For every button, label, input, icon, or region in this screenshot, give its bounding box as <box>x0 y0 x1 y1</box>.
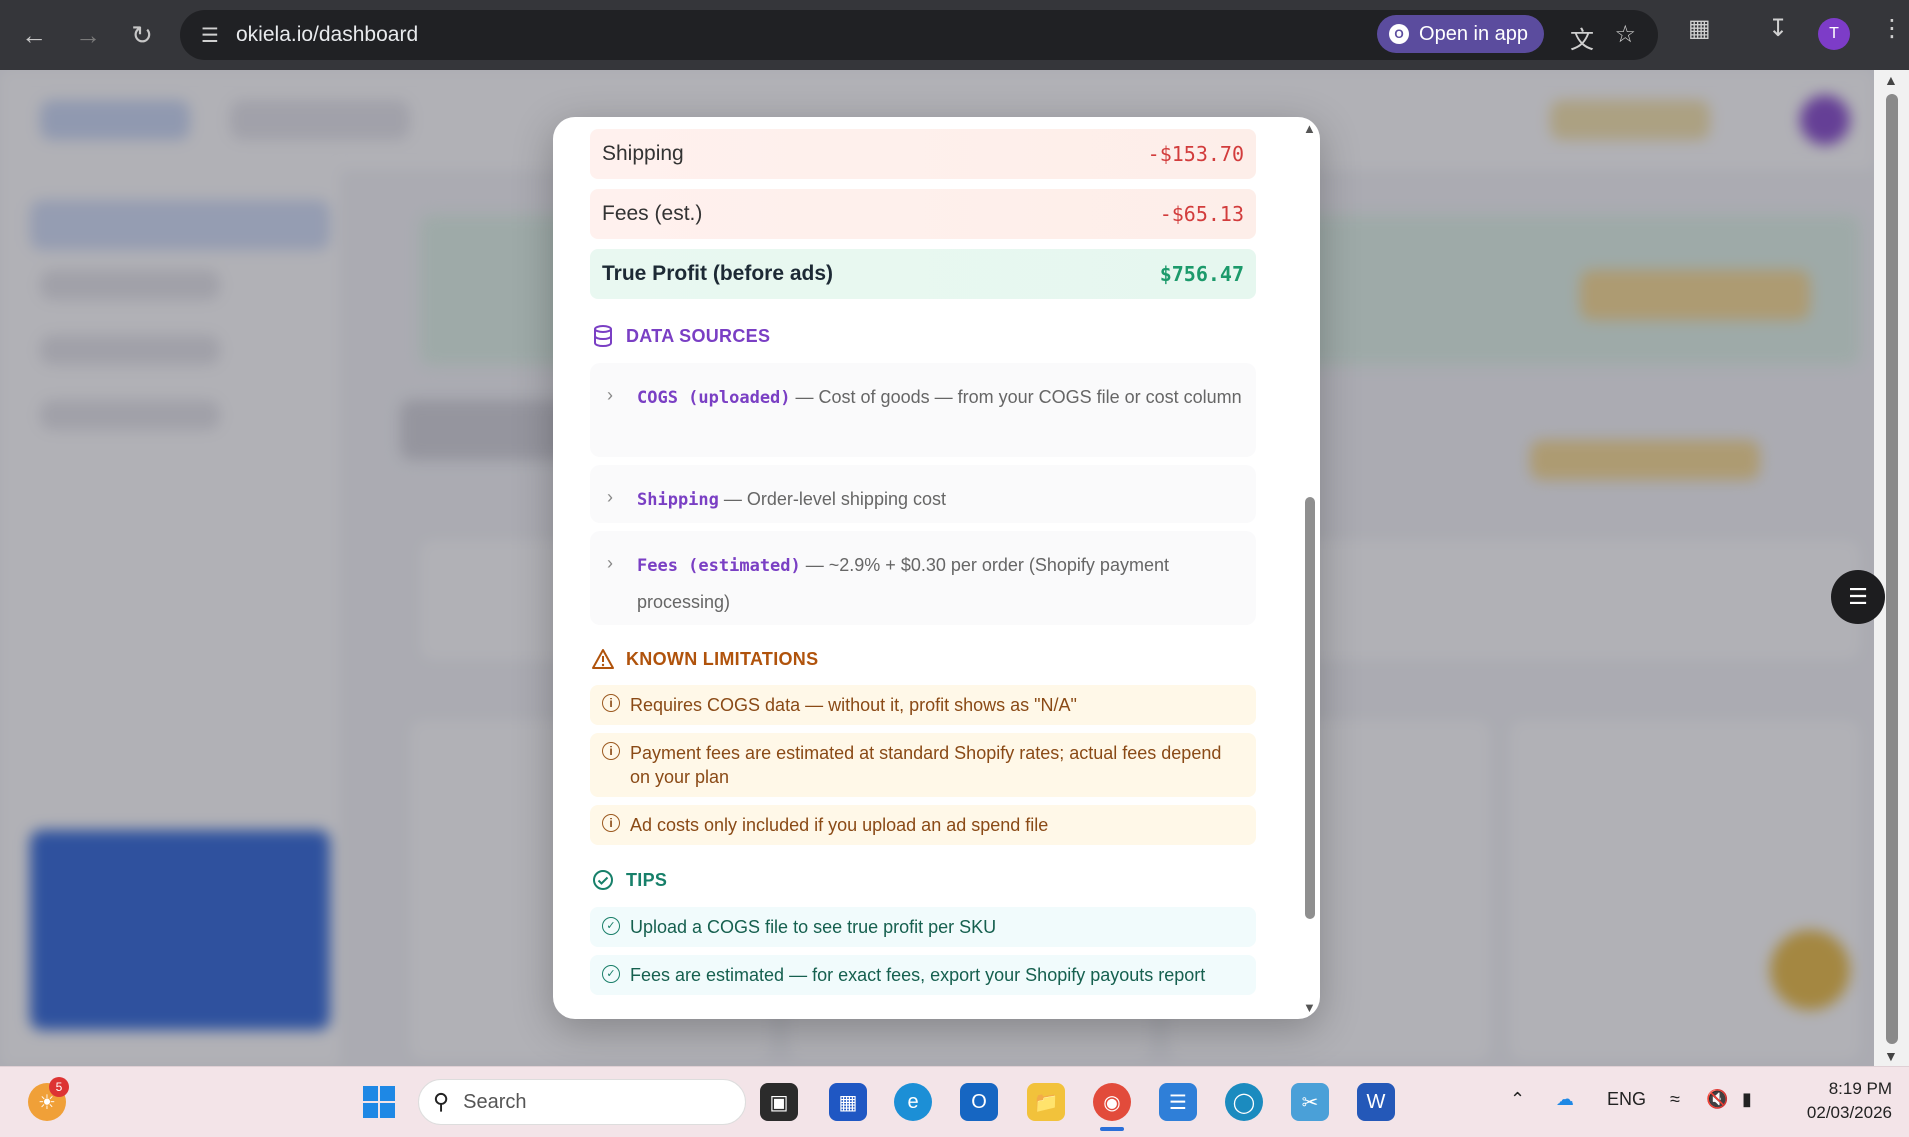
site-settings-icon[interactable]: ☰ <box>190 23 230 48</box>
reload-icon[interactable]: ↻ <box>122 15 162 55</box>
known-limitations-heading: KNOWN LIMITATIONS <box>590 646 818 672</box>
extensions-icon[interactable]: ▦ <box>1688 14 1711 43</box>
source-code: COGS (uploaded) <box>637 388 791 408</box>
volume-muted-icon[interactable]: 🔇 <box>1706 1089 1728 1110</box>
tip-text: Fees are estimated — for exact fees, exp… <box>630 965 1206 985</box>
open-in-app-button[interactable]: O Open in app <box>1377 15 1544 53</box>
page-scrollbar-thumb[interactable] <box>1886 94 1898 1044</box>
limitation-item: i Ad costs only included if you upload a… <box>590 805 1256 845</box>
battery-icon[interactable]: ▮ <box>1742 1089 1752 1110</box>
row-label: Shipping <box>602 142 684 165</box>
notification-badge: 5 <box>49 1077 69 1097</box>
database-icon <box>590 323 616 349</box>
row-value: -$65.13 <box>1159 202 1244 226</box>
edge-icon[interactable]: e <box>894 1083 932 1121</box>
app-logo-icon: O <box>1389 24 1410 44</box>
search-icon: ⚲ <box>433 1089 450 1114</box>
limitation-text: Ad costs only included if you upload an … <box>630 815 1049 835</box>
file-explorer-icon[interactable]: 📁 <box>1027 1083 1065 1121</box>
back-icon[interactable]: ← <box>14 15 54 55</box>
limitation-text: Payment fees are estimated at standard S… <box>630 743 1222 787</box>
modal-scrollbar[interactable]: ▲ ▼ <box>1294 117 1320 1019</box>
data-source-item[interactable]: › COGS (uploaded) — Cost of goods — from… <box>590 363 1256 457</box>
translate-icon[interactable]: 文 <box>1570 20 1594 55</box>
info-icon: i <box>602 694 620 712</box>
row-label: Fees (est.) <box>602 202 703 225</box>
source-desc: — Order-level shipping cost <box>718 489 946 509</box>
address-bar[interactable]: ☰ okiela.io/dashboard O Open in app 文 ☆ <box>180 10 1658 60</box>
forward-icon[interactable]: → <box>68 15 108 55</box>
snipping-tool-icon[interactable]: ✂ <box>1291 1083 1329 1121</box>
section-title: DATA SOURCES <box>626 325 771 346</box>
clock-date: 02/03/2026 <box>1806 1103 1892 1122</box>
notepad-icon[interactable]: ☰ <box>1159 1083 1197 1121</box>
row-value: $756.47 <box>1159 262 1244 286</box>
bookmark-star-icon[interactable]: ☆ <box>1614 20 1636 49</box>
row-value: -$153.70 <box>1147 142 1244 166</box>
windows-taskbar: ☀ 5 ⚲ Search ▣ ▦ e O 📁 ◉ ☰ ◯ ✂ W ⌃ ☁ ENG… <box>0 1066 1909 1137</box>
onedrive-icon[interactable]: ☁ <box>1556 1089 1574 1110</box>
clock-time: 8:19 PM <box>1828 1079 1892 1098</box>
source-desc: — Cost of goods — from your COGS file or… <box>790 387 1242 407</box>
copilot-icon[interactable]: ◯ <box>1225 1083 1263 1121</box>
chevron-right-icon[interactable]: › <box>607 479 613 515</box>
scroll-down-icon[interactable]: ▼ <box>1884 1048 1898 1064</box>
source-code: Fees (estimated) <box>637 556 801 576</box>
fees-row: Fees (est.) -$65.13 <box>590 189 1256 239</box>
check-circle-icon: ✓ <box>602 965 620 983</box>
taskbar-search[interactable]: ⚲ Search <box>418 1079 746 1125</box>
limitation-item: i Payment fees are estimated at standard… <box>590 733 1256 797</box>
wifi-icon[interactable]: ≈ <box>1670 1089 1680 1110</box>
active-app-indicator <box>1100 1127 1124 1131</box>
info-icon: i <box>602 814 620 832</box>
source-code: Shipping <box>637 490 719 510</box>
tip-text: Upload a COGS file to see true profit pe… <box>630 917 997 937</box>
scroll-up-icon[interactable]: ▲ <box>1884 72 1898 88</box>
data-sources-heading: DATA SOURCES <box>590 323 770 349</box>
scroll-down-icon[interactable]: ▼ <box>1303 1000 1316 1015</box>
limitation-item: i Requires COGS data — without it, profi… <box>590 685 1256 725</box>
data-source-item[interactable]: › Fees (estimated) — ~2.9% + $0.30 per o… <box>590 531 1256 625</box>
chevron-right-icon[interactable]: › <box>607 545 613 581</box>
tips-heading: TIPS <box>590 867 667 893</box>
language-indicator[interactable]: ENG <box>1607 1089 1646 1110</box>
task-view-icon[interactable]: ▣ <box>760 1083 798 1121</box>
info-icon: i <box>602 742 620 760</box>
check-circle-icon: ✓ <box>602 917 620 935</box>
tip-item: ✓ Upload a COGS file to see true profit … <box>590 907 1256 947</box>
browser-toolbar: ← → ↻ ☰ okiela.io/dashboard O Open in ap… <box>0 0 1909 70</box>
profile-avatar[interactable]: T <box>1818 18 1850 50</box>
chrome-icon[interactable]: ◉ <box>1093 1083 1131 1121</box>
scroll-up-icon[interactable]: ▲ <box>1303 121 1316 136</box>
word-icon[interactable]: W <box>1357 1083 1395 1121</box>
page-scrollbar[interactable]: ▲ ▼ <box>1874 70 1909 1066</box>
menu-icon[interactable]: ⋮ <box>1880 14 1904 43</box>
section-title: TIPS <box>626 869 668 890</box>
profit-breakdown-modal: Shipping -$153.70 Fees (est.) -$65.13 Tr… <box>553 117 1320 1019</box>
warning-icon <box>590 646 616 672</box>
outlook-icon[interactable]: O <box>960 1083 998 1121</box>
open-in-app-label: Open in app <box>1419 22 1528 45</box>
sidebar-toggle-icon[interactable]: ☰ <box>1831 570 1885 624</box>
limitation-text: Requires COGS data — without it, profit … <box>630 695 1077 715</box>
data-source-item[interactable]: › Shipping — Order-level shipping cost <box>590 465 1256 523</box>
url-text[interactable]: okiela.io/dashboard <box>236 23 418 47</box>
shipping-row: Shipping -$153.70 <box>590 129 1256 179</box>
download-icon[interactable]: ↧ <box>1768 14 1788 43</box>
store-icon[interactable]: ▦ <box>829 1083 867 1121</box>
taskbar-clock[interactable]: 8:19 PM 02/03/2026 <box>1792 1077 1892 1125</box>
true-profit-row: True Profit (before ads) $756.47 <box>590 249 1256 299</box>
show-hidden-icons-icon[interactable]: ⌃ <box>1510 1089 1525 1110</box>
row-label: True Profit (before ads) <box>602 262 834 285</box>
search-placeholder: Search <box>463 1090 527 1113</box>
check-circle-icon <box>590 867 616 893</box>
tip-item: ✓ Fees are estimated — for exact fees, e… <box>590 955 1256 995</box>
windows-start-icon[interactable] <box>360 1083 398 1121</box>
modal-scrollbar-thumb[interactable] <box>1305 497 1315 919</box>
section-title: KNOWN LIMITATIONS <box>626 648 819 669</box>
chevron-right-icon[interactable]: › <box>607 377 613 413</box>
